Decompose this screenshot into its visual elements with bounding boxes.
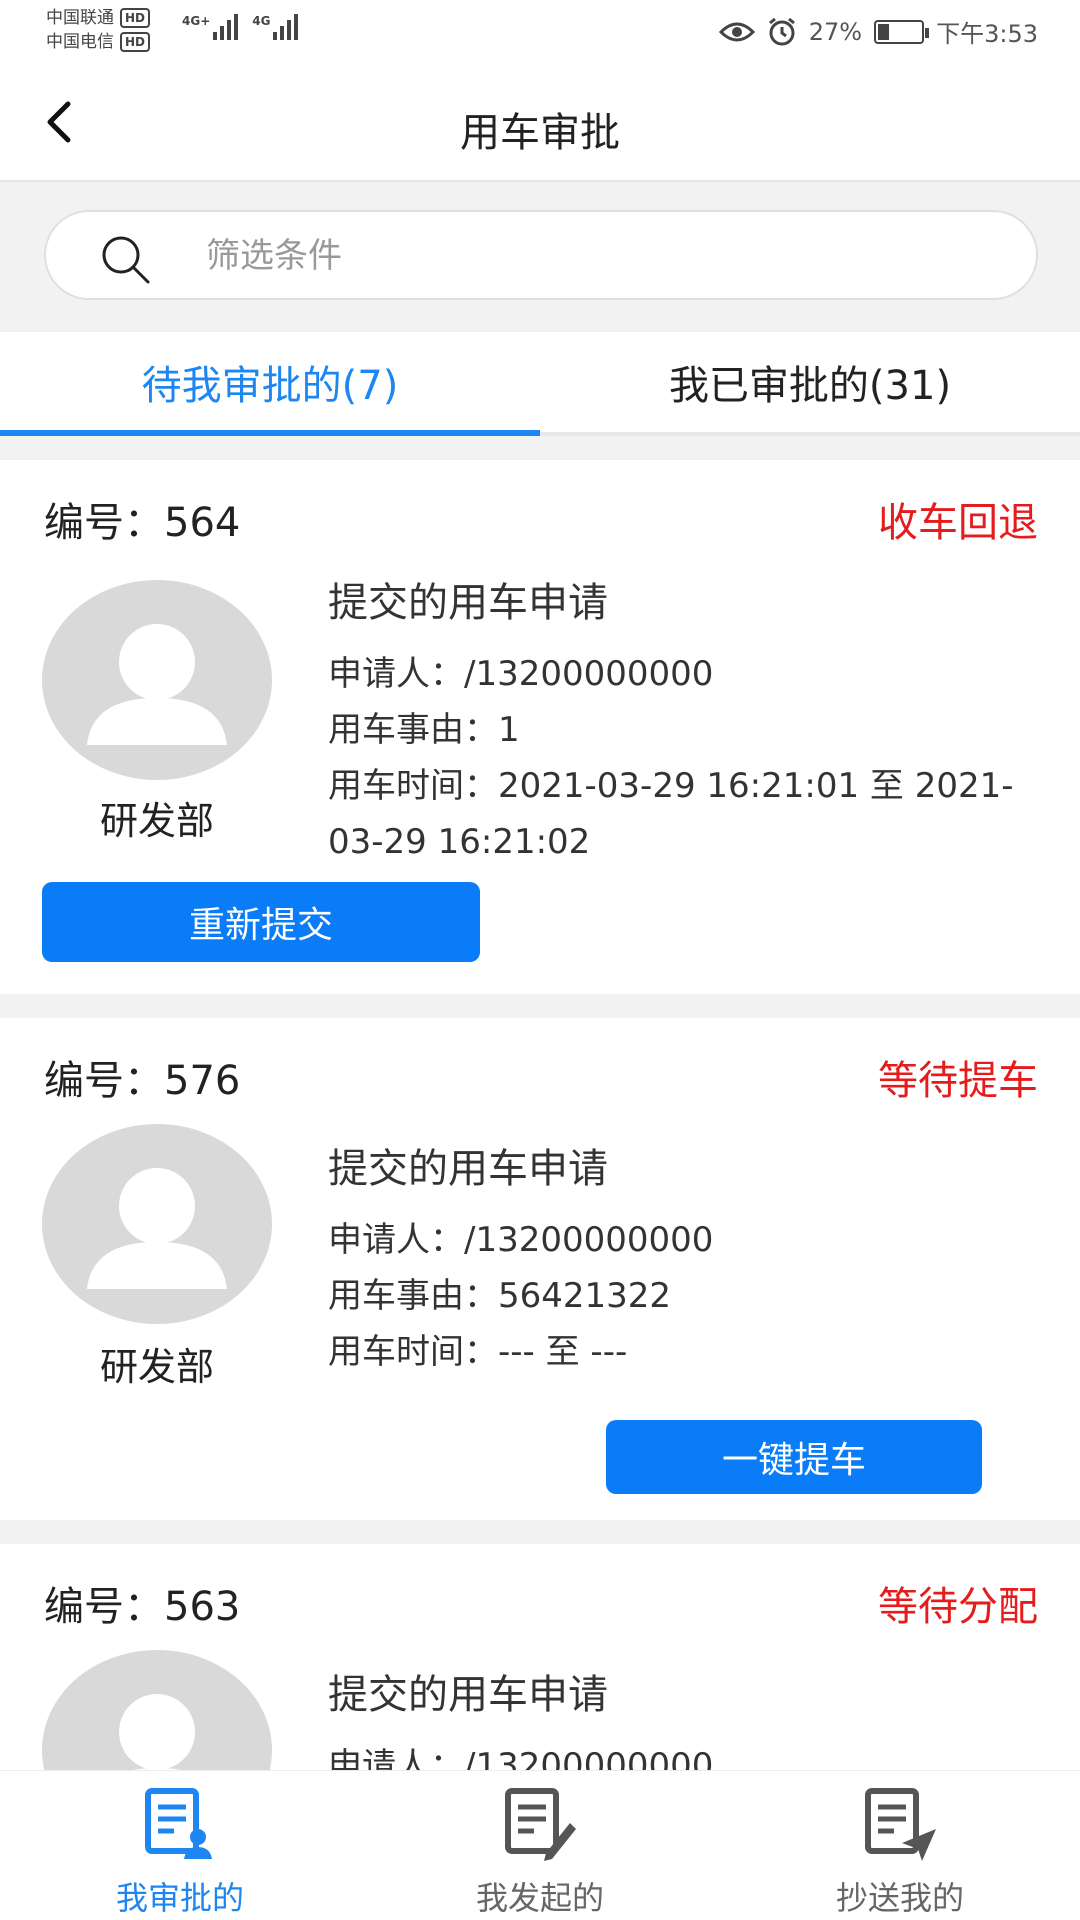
user-avatar-icon — [119, 1694, 195, 1770]
bottom-nav-label: 我发起的 — [475, 1879, 604, 1917]
applicant: 申请人：/13200000000 — [328, 654, 714, 694]
bottom-nav-label: 我审批的 — [115, 1879, 244, 1917]
nav-bar: 用车审批 — [0, 62, 1080, 182]
usage-time: 用车时间：2021-03-29 16:21:01 至 2021-03-29 16… — [328, 766, 1014, 862]
edit-list-icon — [505, 1788, 576, 1861]
applicant: 申请人：/13200000000 — [328, 1746, 714, 1770]
eye-icon — [718, 22, 755, 41]
search-icon — [102, 236, 150, 284]
card-info: 提交的用车申请 申请人：/13200000000 用车事由：56421322 用… — [328, 1136, 1048, 1380]
avatar — [42, 580, 272, 780]
battery-icon — [874, 19, 930, 44]
request-title: 提交的用车申请 — [328, 1672, 608, 1718]
card-info: 提交的用车申请 申请人：/13200000000 用车事由：1 用车时间：202… — [328, 570, 1048, 870]
network-type: 4G+ — [182, 14, 211, 28]
network-type: 4G — [252, 14, 271, 28]
request-title: 提交的用车申请 — [328, 1146, 608, 1192]
user-avatar-icon — [87, 624, 227, 745]
applicant: 申请人：/13200000000 — [328, 1220, 714, 1260]
battery-percent: 27% — [808, 17, 863, 46]
approve-list-icon — [145, 1788, 212, 1859]
approval-card[interactable]: 编号：564 收车回退 研发部 提交的用车申请 申请人：/13200000000… — [0, 460, 1080, 994]
tab-approved[interactable]: 我已审批的(31) — [540, 332, 1080, 432]
search-area — [0, 184, 1080, 332]
send-list-icon — [865, 1788, 936, 1861]
department-label: 研发部 — [99, 1345, 214, 1389]
avatar — [42, 1124, 272, 1324]
approval-card[interactable]: 编号：563 等待分配 提交的用车申请 申请人：/13200000000 — [0, 1544, 1080, 1770]
status-badge: 等待提车 — [878, 1058, 1038, 1104]
search-box[interactable] — [44, 210, 1038, 300]
card-number: 编号：576 — [44, 1058, 241, 1104]
status-right: 27% 下午3:53 — [718, 14, 1038, 49]
card-number: 编号：564 — [44, 500, 241, 546]
signal-indicators: 4G+ 4G — [182, 14, 299, 40]
alarm-icon — [768, 17, 795, 45]
request-title: 提交的用车申请 — [328, 580, 608, 626]
usage-time: 用车时间：--- 至 --- — [328, 1332, 628, 1372]
bottom-nav: 我审批的 我发起的 抄送我的 — [0, 1770, 1080, 1920]
carrier-2: 中国电信 — [46, 32, 114, 52]
tab-pending-approval[interactable]: 待我审批的(7) — [0, 332, 540, 436]
hd-badge: HD — [120, 8, 151, 28]
status-badge: 收车回退 — [878, 500, 1038, 546]
reason: 用车事由：1 — [328, 710, 520, 750]
signal-icon: 4G — [252, 14, 299, 40]
carrier-1: 中国联通 — [46, 8, 114, 28]
user-avatar-icon — [87, 1168, 227, 1289]
status-bar: 中国联通 HD 中国电信 HD 4G+ 4G 27% 下午3:53 — [0, 0, 1080, 62]
bottom-nav-cc-me[interactable]: 抄送我的 — [720, 1771, 1080, 1920]
card-info: 提交的用车申请 申请人：/13200000000 — [328, 1662, 1048, 1770]
hd-badge: HD — [120, 32, 151, 52]
page-title: 用车审批 — [460, 110, 620, 156]
bottom-nav-label: 抄送我的 — [835, 1879, 964, 1917]
clock: 下午3:53 — [936, 20, 1038, 48]
tab-bar: 待我审批的(7) 我已审批的(31) — [0, 332, 1080, 436]
reason: 用车事由：56421322 — [328, 1276, 672, 1316]
avatar — [42, 1650, 272, 1770]
status-badge: 等待分配 — [878, 1584, 1038, 1630]
signal-icon: 4G+ — [182, 14, 239, 40]
card-number: 编号：563 — [44, 1584, 241, 1630]
bottom-nav-my-approvals[interactable]: 我审批的 — [0, 1771, 360, 1920]
search-input[interactable] — [206, 228, 986, 284]
department-label: 研发部 — [99, 799, 214, 843]
approval-card[interactable]: 编号：576 等待提车 研发部 提交的用车申请 申请人：/13200000000… — [0, 1018, 1080, 1520]
carrier-info: 中国联通 HD 中国电信 HD — [46, 6, 151, 54]
resubmit-button[interactable]: 重新提交 — [42, 882, 480, 962]
bottom-nav-my-initiated[interactable]: 我发起的 — [360, 1771, 720, 1920]
pickup-car-button[interactable]: 一键提车 — [606, 1420, 982, 1494]
